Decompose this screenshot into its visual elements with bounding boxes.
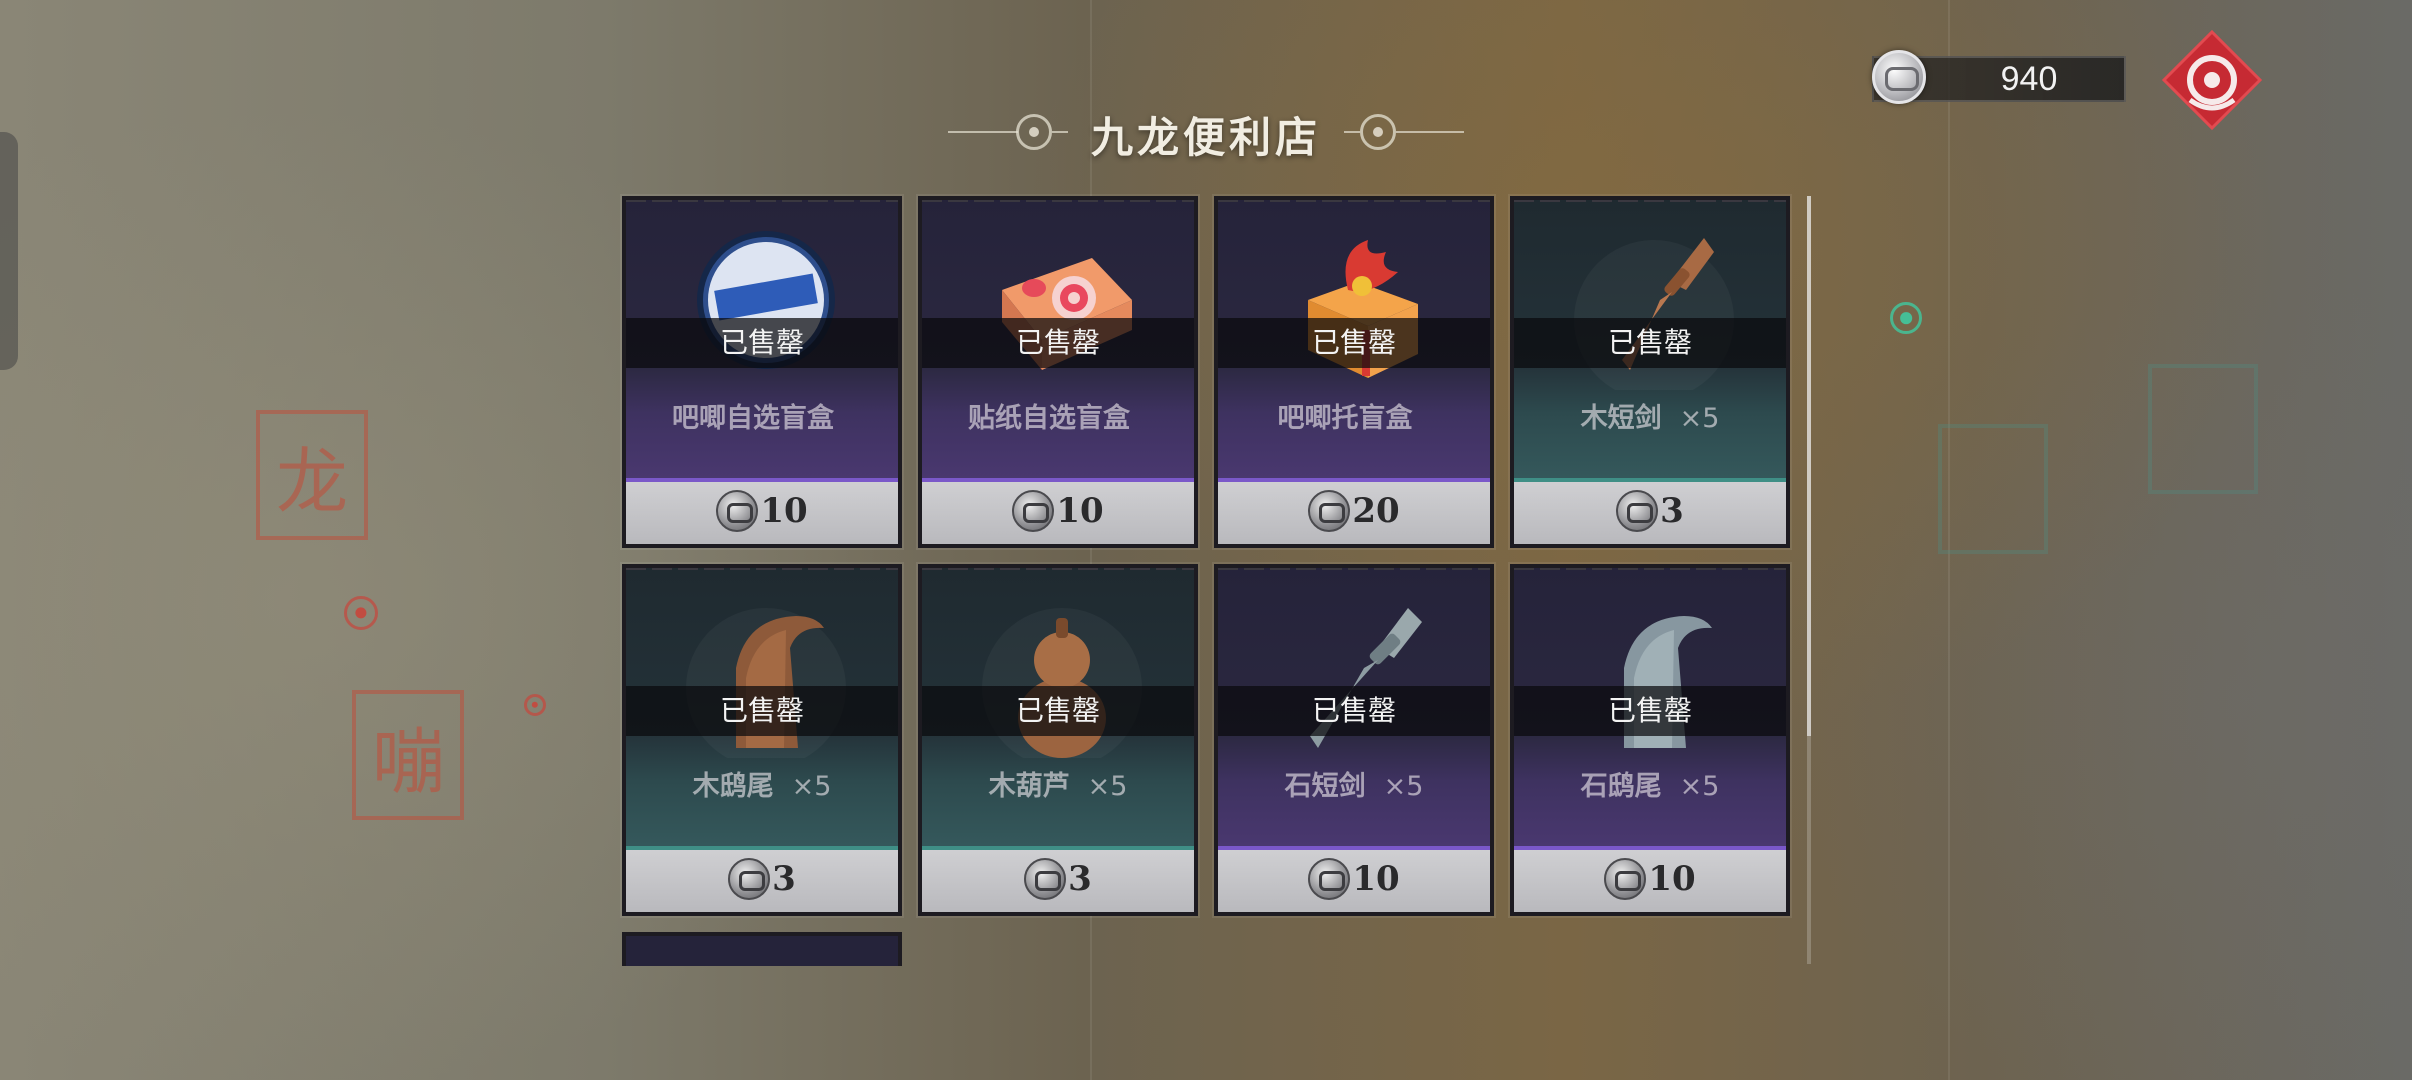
sold-out-label: 已售罄 <box>922 686 1194 736</box>
price-tag: 10 <box>1514 846 1786 912</box>
seal-stamp: 龙 <box>256 410 368 540</box>
item-price: 10 <box>1056 491 1104 531</box>
silver-coin-icon <box>716 490 759 532</box>
price-tag: 10 <box>626 478 898 544</box>
price-tag: 3 <box>922 846 1194 912</box>
price-tag: 3 <box>626 846 898 912</box>
map-marker-icon[interactable] <box>524 694 546 716</box>
currency-display: 940 <box>1872 50 2126 104</box>
sold-out-label: 已售罄 <box>922 318 1194 368</box>
price-tag: 10 <box>922 478 1194 544</box>
shop-header: 九龙便利店 <box>948 100 1464 164</box>
shop-item-card[interactable]: 已售罄 贴纸自选盲盒 10 <box>918 196 1198 548</box>
sold-out-label: 已售罄 <box>1218 686 1490 736</box>
silver-coin-icon <box>728 858 771 900</box>
sold-out-label: 已售罄 <box>1218 318 1490 368</box>
silver-coin-icon <box>1616 490 1659 532</box>
shop-item-card[interactable]: 已售罄 吧唧托盲盒 20 <box>1214 196 1494 548</box>
seal-stamp-faded <box>2148 364 2258 494</box>
item-price: 3 <box>1068 859 1092 899</box>
silver-coin-icon <box>1012 490 1055 532</box>
shop-item-card[interactable]: 已售罄 木葫芦 ×5 3 <box>918 564 1198 916</box>
map-marker-icon[interactable] <box>1890 302 1922 334</box>
silver-coin-icon <box>1872 50 1926 104</box>
item-price: 20 <box>1352 491 1400 531</box>
seal-stamp-faded <box>1938 424 2048 554</box>
silver-coin-icon <box>1308 490 1351 532</box>
title-ornament-line <box>1396 131 1464 133</box>
item-name: 木葫芦 ×5 <box>988 771 1128 802</box>
price-tag: 10 <box>1218 846 1490 912</box>
price-tag: 20 <box>1218 478 1490 544</box>
item-name: 石鸱尾 ×5 <box>1580 771 1720 802</box>
sold-out-label: 已售罄 <box>626 318 898 368</box>
price-tag: 3 <box>1514 478 1786 544</box>
shop-item-card[interactable]: 已售罄 石鸱尾 ×5 10 <box>1510 564 1790 916</box>
silver-coin-icon <box>1308 858 1351 900</box>
item-price: 10 <box>760 491 808 531</box>
side-drawer-handle[interactable] <box>0 132 18 370</box>
item-name: 吧唧托盲盒 <box>1277 403 1413 434</box>
shop-item-card[interactable]: 已售罄 吧唧自选盲盒 10 <box>622 196 902 548</box>
scrollbar-thumb[interactable] <box>1807 196 1811 736</box>
item-name: 贴纸自选盲盒 <box>968 403 1130 434</box>
shop-item-card[interactable]: 已售罄 木短剑 ×5 3 <box>1510 196 1790 548</box>
map-marker-icon[interactable] <box>344 596 378 630</box>
shop-item-card[interactable]: 已售罄 石短剑 ×5 10 <box>1214 564 1494 916</box>
title-ornament-icon <box>1360 114 1396 150</box>
sold-out-label: 已售罄 <box>1514 686 1786 736</box>
item-name: 木鸱尾 ×5 <box>692 771 832 802</box>
silver-coin-icon <box>1024 858 1067 900</box>
sold-out-label: 已售罄 <box>626 686 898 736</box>
currency-amount: 940 <box>2000 60 2058 98</box>
item-name: 吧唧自选盲盒 <box>672 403 834 434</box>
item-price: 3 <box>1660 491 1684 531</box>
item-name: 木短剑 ×5 <box>1580 403 1720 434</box>
shop-item-card-partial[interactable] <box>622 932 902 966</box>
item-name: 石短剑 ×5 <box>1284 771 1424 802</box>
item-price: 3 <box>772 859 796 899</box>
title-ornament-line <box>1344 131 1360 133</box>
shop-item-card[interactable]: 已售罄 木鸱尾 ×5 3 <box>622 564 902 916</box>
sold-out-label: 已售罄 <box>1514 318 1786 368</box>
menu-emblem-icon[interactable] <box>2162 30 2262 130</box>
silver-coin-icon <box>1604 858 1647 900</box>
item-price: 10 <box>1352 859 1400 899</box>
seal-stamp: 嘣 <box>352 690 464 820</box>
item-price: 10 <box>1648 859 1696 899</box>
